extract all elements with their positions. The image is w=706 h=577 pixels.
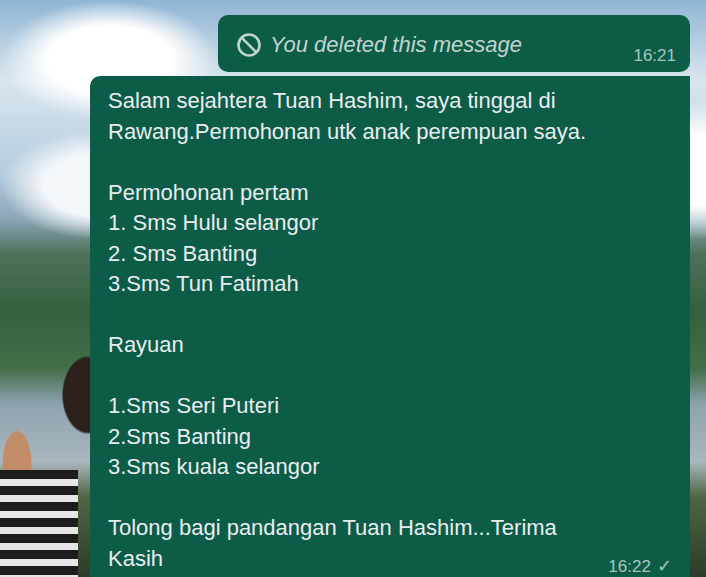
message-line: Rawang.Permohonan utk anak perempuan say… xyxy=(108,117,672,148)
message-line: Rayuan xyxy=(108,330,672,361)
message-line-text: Rayuan xyxy=(108,330,184,361)
message-line: 1.Sms Seri Puteri xyxy=(108,391,672,422)
message-line-text: Permohonan pertam xyxy=(108,178,309,209)
message-paragraph: Permohonan pertam1. Sms Hulu selangor2. … xyxy=(108,178,672,300)
message-line-text: 3.Sms kuala selangor xyxy=(108,452,320,483)
message-paragraph: 1.Sms Seri Puteri2.Sms Banting3.Sms kual… xyxy=(108,391,672,483)
message-line: Salam sejahtera Tuan Hashim, saya tingga… xyxy=(108,86,672,117)
message-line: 2.Sms Banting xyxy=(108,422,672,453)
text-message-bubble[interactable]: Salam sejahtera Tuan Hashim, saya tingga… xyxy=(90,76,690,577)
message-line-text: 2.Sms Banting xyxy=(108,422,251,453)
message-line: Permohonan pertam xyxy=(108,178,672,209)
message-line: 2. Sms Banting xyxy=(108,239,672,270)
deleted-message-text: You deleted this message xyxy=(270,32,522,58)
message-meta: 16:22✓ xyxy=(596,551,672,577)
message-line-text: Rawang.Permohonan utk anak perempuan say… xyxy=(108,117,586,148)
message-line-text: 1.Sms Seri Puteri xyxy=(108,391,279,422)
message-line: 3.Sms Tun Fatimah xyxy=(108,269,672,300)
message-paragraph: Salam sejahtera Tuan Hashim, saya tingga… xyxy=(108,86,672,147)
message-line: Kasih 16:22✓ xyxy=(108,544,672,577)
deleted-message-bubble[interactable]: You deleted this message 16:21 xyxy=(218,15,690,72)
message-line-text: Kasih xyxy=(108,544,163,575)
message-line-text: 3.Sms Tun Fatimah xyxy=(108,269,299,300)
message-line-text: Tolong bagi pandangan Tuan Hashim...Teri… xyxy=(108,513,557,544)
deleted-ban-icon xyxy=(236,32,262,58)
message-line: Tolong bagi pandangan Tuan Hashim...Teri… xyxy=(108,513,672,544)
message-line-text: 1. Sms Hulu selangor xyxy=(108,208,318,239)
message-time: 16:22 xyxy=(608,552,651,577)
chat-screen: You deleted this message 16:21 Salam sejah… xyxy=(0,0,706,577)
message-line: 1. Sms Hulu selangor xyxy=(108,208,672,239)
message-line-text: 2. Sms Banting xyxy=(108,239,257,270)
message-line: 3.Sms kuala selangor xyxy=(108,452,672,483)
message-line-text: Salam sejahtera Tuan Hashim, saya tingga… xyxy=(108,86,556,117)
sent-tick-icon: ✓ xyxy=(657,551,672,577)
message-time: 16:21 xyxy=(633,46,676,66)
message-list: You deleted this message 16:21 Salam sejah… xyxy=(0,0,706,577)
message-paragraph: Rayuan xyxy=(108,330,672,361)
message-paragraph: Tolong bagi pandangan Tuan Hashim...Teri… xyxy=(108,513,672,576)
